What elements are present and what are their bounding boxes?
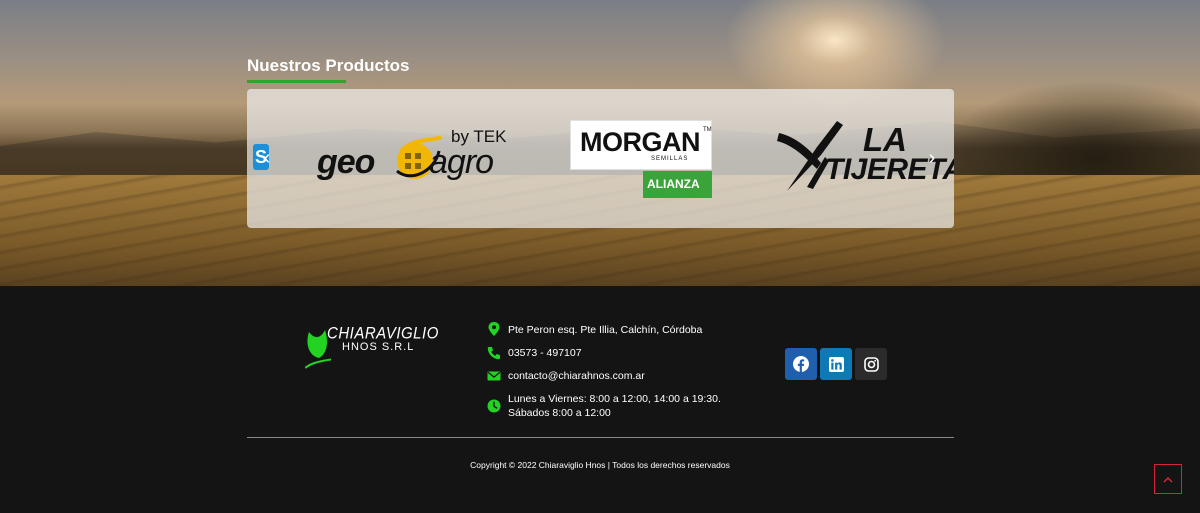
contact-address-text: Pte Peron esq. Pte Illia, Calchín, Córdo…: [508, 324, 703, 336]
alianza-badge: ALIANZA: [643, 171, 712, 198]
envelope-icon: [487, 371, 501, 381]
carousel-next-button[interactable]: ›: [924, 147, 940, 169]
instagram-icon: [863, 356, 879, 372]
map-pin-icon: [488, 322, 500, 336]
products-carousel: S ‹ by TEK geo agro MORGAN TM SEMILLAS A…: [247, 89, 954, 228]
morgan-tm: TM: [703, 127, 712, 133]
contact-phone-text: 03573 - 497107: [508, 347, 582, 359]
alianza-label: ALIANZA: [647, 177, 700, 191]
morgan-box: MORGAN TM SEMILLAS: [570, 120, 712, 170]
section-title: Nuestros Productos: [247, 56, 410, 75]
morgan-sub: SEMILLAS: [651, 156, 689, 162]
chevron-up-icon: [1163, 476, 1173, 483]
title-underline: [247, 80, 346, 83]
logo-geoagro[interactable]: by TEK geo agro: [313, 125, 513, 195]
scroll-to-top-button[interactable]: [1154, 464, 1182, 494]
carousel-prev-button[interactable]: ‹: [259, 147, 275, 169]
brand-sub: HNOS S.R.L: [342, 341, 415, 353]
clock-icon: [487, 399, 501, 413]
geoagro-geo: geo: [317, 143, 375, 181]
geoagro-agro: agro: [429, 143, 494, 181]
contact-hours-line2: Sábados 8:00 a 12:00: [508, 407, 611, 419]
contact-hours-line1: Lunes a Viernes: 8:00 a 12:00, 14:00 a 1…: [508, 393, 721, 405]
footer-divider: [247, 437, 954, 438]
facebook-button[interactable]: [785, 348, 817, 380]
copyright-text: Copyright © 2022 Chiaraviglio Hnos | Tod…: [470, 460, 730, 470]
brand-logo[interactable]: CHIARAVIGLIO HNOS S.R.L: [305, 324, 438, 374]
chevron-right-icon: ›: [928, 147, 936, 169]
phone-icon: [487, 347, 500, 360]
morgan-brand: MORGAN: [580, 127, 701, 157]
instagram-button[interactable]: [855, 348, 887, 380]
chevron-left-icon: ‹: [263, 147, 271, 169]
linkedin-button[interactable]: [820, 348, 852, 380]
linkedin-icon: [828, 356, 844, 372]
logo-morgan[interactable]: MORGAN TM SEMILLAS ALIANZA: [570, 120, 712, 198]
facebook-icon: [793, 356, 809, 372]
contact-email-text: contacto@chiarahnos.com.ar: [508, 370, 645, 382]
